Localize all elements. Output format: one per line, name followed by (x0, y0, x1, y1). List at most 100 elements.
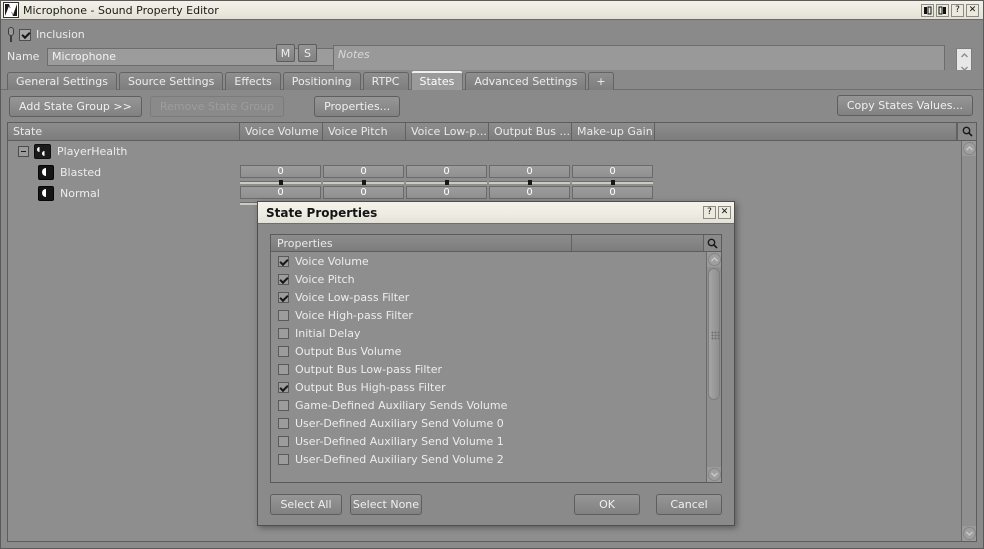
inclusion-row: Inclusion (7, 24, 977, 45)
state-icon (38, 165, 54, 180)
value-slider[interactable] (323, 179, 404, 186)
mute-button[interactable]: M (276, 44, 295, 62)
properties-scroll-down-button[interactable] (707, 467, 721, 482)
column-header-properties-value[interactable] (572, 235, 704, 251)
properties-search-icon[interactable] (704, 235, 721, 251)
tab-advanced-settings[interactable]: Advanced Settings (465, 72, 586, 90)
value-slider[interactable] (240, 179, 321, 186)
value-text[interactable]: 0 (489, 165, 570, 178)
tab-general-settings[interactable]: General Settings (7, 72, 117, 90)
properties-scrollbar-thumb[interactable] (708, 268, 720, 400)
property-checkbox[interactable] (278, 292, 289, 303)
property-checkbox[interactable] (278, 310, 289, 321)
property-label: Output Bus Low-pass Filter (295, 363, 442, 376)
column-header-voice-lowpass[interactable]: Voice Low-p... (406, 123, 489, 140)
add-state-group-button[interactable]: Add State Group >> (9, 96, 142, 117)
list-item-output-bus-high-pass-filter[interactable]: Output Bus High-pass Filter (271, 378, 721, 396)
property-checkbox[interactable] (278, 256, 289, 267)
property-checkbox[interactable] (278, 274, 289, 285)
notes-spinner-up[interactable] (957, 49, 971, 62)
solo-button[interactable]: S (298, 44, 317, 62)
property-checkbox[interactable] (278, 418, 289, 429)
list-item-initial-delay[interactable]: Initial Delay (271, 324, 721, 342)
properties-scroll-up-button[interactable] (707, 252, 721, 267)
grid-search-icon[interactable] (957, 123, 976, 140)
properties-list-header: Properties (271, 235, 721, 252)
help-button[interactable]: ? (951, 4, 964, 17)
states-grid-header: State Voice Volume Voice Pitch Voice Low… (8, 123, 976, 141)
grid-vertical-scrollbar[interactable] (961, 141, 976, 541)
tab-rtpc[interactable]: RTPC (363, 72, 409, 90)
value-cell-voice-lowpass[interactable]: 0 (406, 165, 487, 186)
ok-button[interactable]: OK (574, 494, 640, 515)
value-text[interactable]: 0 (572, 186, 653, 199)
column-header-voice-pitch[interactable]: Voice Pitch (323, 123, 406, 140)
value-cell-makeup-gain[interactable]: 0 (572, 165, 653, 186)
property-label: User-Defined Auxiliary Send Volume 1 (295, 435, 504, 448)
value-text[interactable]: 0 (240, 186, 321, 199)
properties-button[interactable]: Properties... (314, 96, 400, 117)
cancel-button[interactable]: Cancel (656, 494, 722, 515)
tab-states[interactable]: States (411, 71, 464, 90)
property-checkbox[interactable] (278, 436, 289, 447)
value-text[interactable]: 0 (572, 165, 653, 178)
dialog-close-button[interactable]: ✕ (718, 206, 731, 219)
dock-left-button[interactable] (921, 4, 934, 17)
value-text[interactable]: 0 (323, 165, 404, 178)
select-all-button[interactable]: Select All (270, 494, 342, 515)
column-header-properties[interactable]: Properties (271, 235, 572, 251)
grid-scroll-down-button[interactable] (962, 526, 976, 541)
list-item-voice-high-pass-filter[interactable]: Voice High-pass Filter (271, 306, 721, 324)
name-label: Name (7, 50, 47, 63)
column-header-voice-volume[interactable]: Voice Volume (240, 123, 323, 140)
property-label: Voice Low-pass Filter (295, 291, 409, 304)
value-slider[interactable] (406, 179, 487, 186)
list-item-user-defined-auxiliary-send-volume-1[interactable]: User-Defined Auxiliary Send Volume 1 (271, 432, 721, 450)
dialog-help-button[interactable]: ? (703, 206, 716, 219)
tab-effects[interactable]: Effects (225, 72, 280, 90)
property-checkbox[interactable] (278, 328, 289, 339)
tab-positioning[interactable]: Positioning (283, 72, 361, 90)
property-checkbox[interactable] (278, 382, 289, 393)
value-slider[interactable] (572, 179, 653, 186)
list-item-output-bus-volume[interactable]: Output Bus Volume (271, 342, 721, 360)
value-text[interactable]: 0 (406, 186, 487, 199)
column-header-state[interactable]: State (8, 123, 240, 140)
properties-vertical-scrollbar[interactable] (706, 252, 721, 482)
list-item-voice-low-pass-filter[interactable]: Voice Low-pass Filter (271, 288, 721, 306)
list-item-voice-pitch[interactable]: Voice Pitch (271, 270, 721, 288)
mute-solo-group: M S (276, 44, 317, 62)
tabstrip: General Settings Source Settings Effects… (1, 70, 983, 90)
list-item-game-defined-auxiliary-sends-volume[interactable]: Game-Defined Auxiliary Sends Volume (271, 396, 721, 414)
inclusion-checkbox[interactable] (19, 29, 31, 41)
property-checkbox[interactable] (278, 364, 289, 375)
value-slider[interactable] (489, 179, 570, 186)
copy-states-values-button[interactable]: Copy States Values... (837, 95, 973, 116)
value-cell-output-bus[interactable]: 0 (489, 165, 570, 186)
column-header-makeup-gain[interactable]: Make-up Gain (572, 123, 655, 140)
tab-source-settings[interactable]: Source Settings (119, 72, 223, 90)
select-none-button[interactable]: Select None (350, 494, 422, 515)
close-button[interactable]: ✕ (966, 4, 979, 17)
dialog-confirm-group: OK Cancel (574, 494, 722, 515)
list-item-output-bus-low-pass-filter[interactable]: Output Bus Low-pass Filter (271, 360, 721, 378)
dock-right-button[interactable] (936, 4, 949, 17)
property-checkbox[interactable] (278, 400, 289, 411)
collapse-expander-icon[interactable] (18, 146, 29, 157)
tab-add-button[interactable]: + (588, 72, 613, 90)
value-text[interactable]: 0 (323, 186, 404, 199)
value-text[interactable]: 0 (489, 186, 570, 199)
value-cell-voice-volume[interactable]: 0 (240, 165, 321, 186)
grid-scroll-up-button[interactable] (962, 141, 976, 156)
inclusion-label: Inclusion (36, 28, 85, 41)
property-checkbox[interactable] (278, 346, 289, 357)
list-item-voice-volume[interactable]: Voice Volume (271, 252, 721, 270)
value-text[interactable]: 0 (406, 165, 487, 178)
list-item-user-defined-auxiliary-send-volume-2[interactable]: User-Defined Auxiliary Send Volume 2 (271, 450, 721, 468)
column-header-output-bus[interactable]: Output Bus ... (489, 123, 572, 140)
property-checkbox[interactable] (278, 454, 289, 465)
value-text[interactable]: 0 (240, 165, 321, 178)
tree-row-state-group[interactable]: PlayerHealth (8, 141, 976, 162)
list-item-user-defined-auxiliary-send-volume-0[interactable]: User-Defined Auxiliary Send Volume 0 (271, 414, 721, 432)
value-cell-voice-pitch[interactable]: 0 (323, 165, 404, 186)
